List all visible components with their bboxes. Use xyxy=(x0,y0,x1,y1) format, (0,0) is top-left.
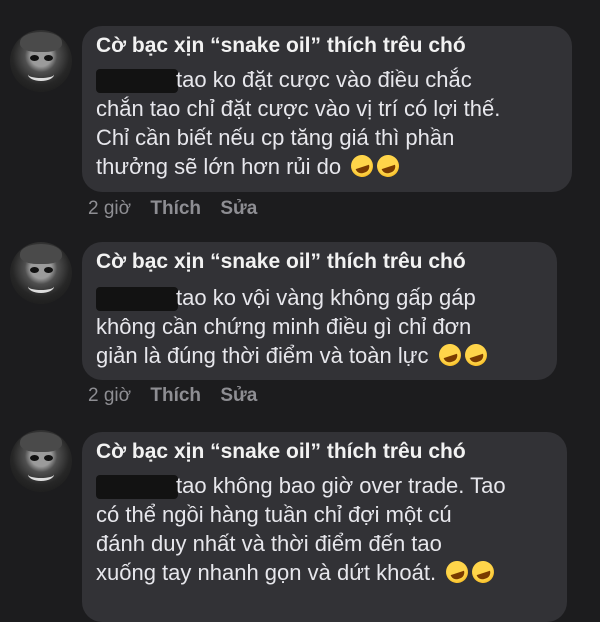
avatar[interactable] xyxy=(10,30,72,92)
edit-button[interactable]: Sửa xyxy=(220,198,257,219)
comment-text: tao ko vội vàng không gấp gáp không cần … xyxy=(96,283,490,370)
comment-meta: 2 giờ Thích Sửa xyxy=(88,198,271,220)
comment-bubble[interactable]: Cờ bạc xịn “snake oil” thích trêu chó ta… xyxy=(82,26,572,192)
top-edge xyxy=(0,0,600,6)
edit-button[interactable]: Sửa xyxy=(220,385,257,406)
laughing-emoji-icon xyxy=(374,152,403,180)
comment-meta: 2 giờ Thích Sửa xyxy=(88,385,271,407)
avatar[interactable] xyxy=(10,242,72,304)
comment-bubble[interactable]: Cờ bạc xịn “snake oil” thích trêu chó ta… xyxy=(82,242,557,380)
laughing-emoji-icon xyxy=(348,152,377,180)
like-button[interactable]: Thích xyxy=(150,385,201,406)
laughing-emoji-icon xyxy=(443,558,472,586)
comment-bubble[interactable]: Cờ bạc xịn “snake oil” thích trêu chó ta… xyxy=(82,432,567,622)
comment-text: tao không bao giờ over trade. Tao có thể… xyxy=(96,473,506,586)
comment-author[interactable]: Cờ bạc xịn “snake oil” thích trêu chó xyxy=(96,250,466,274)
laughing-emoji-icon xyxy=(469,558,498,586)
avatar[interactable] xyxy=(10,430,72,492)
laughing-emoji-icon xyxy=(461,341,490,369)
timestamp: 2 giờ xyxy=(88,198,132,219)
comment-author[interactable]: Cờ bạc xịn “snake oil” thích trêu chó xyxy=(96,440,466,464)
timestamp: 2 giờ xyxy=(88,385,132,406)
laughing-emoji-icon xyxy=(435,341,464,369)
comment-author[interactable]: Cờ bạc xịn “snake oil” thích trêu chó xyxy=(96,34,466,58)
like-button[interactable]: Thích xyxy=(150,198,201,219)
comment-text: tao ko đặt cược vào điều chắc chắn tao c… xyxy=(96,67,501,180)
